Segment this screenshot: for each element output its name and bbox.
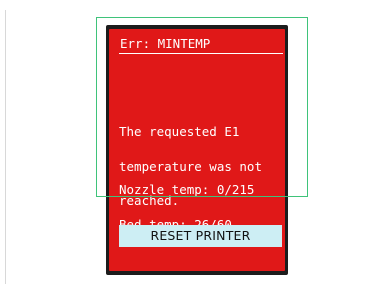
highlight-outline	[96, 17, 308, 197]
page-edge-rule	[5, 10, 6, 284]
reset-printer-button[interactable]: RESET PRINTER	[119, 225, 282, 247]
